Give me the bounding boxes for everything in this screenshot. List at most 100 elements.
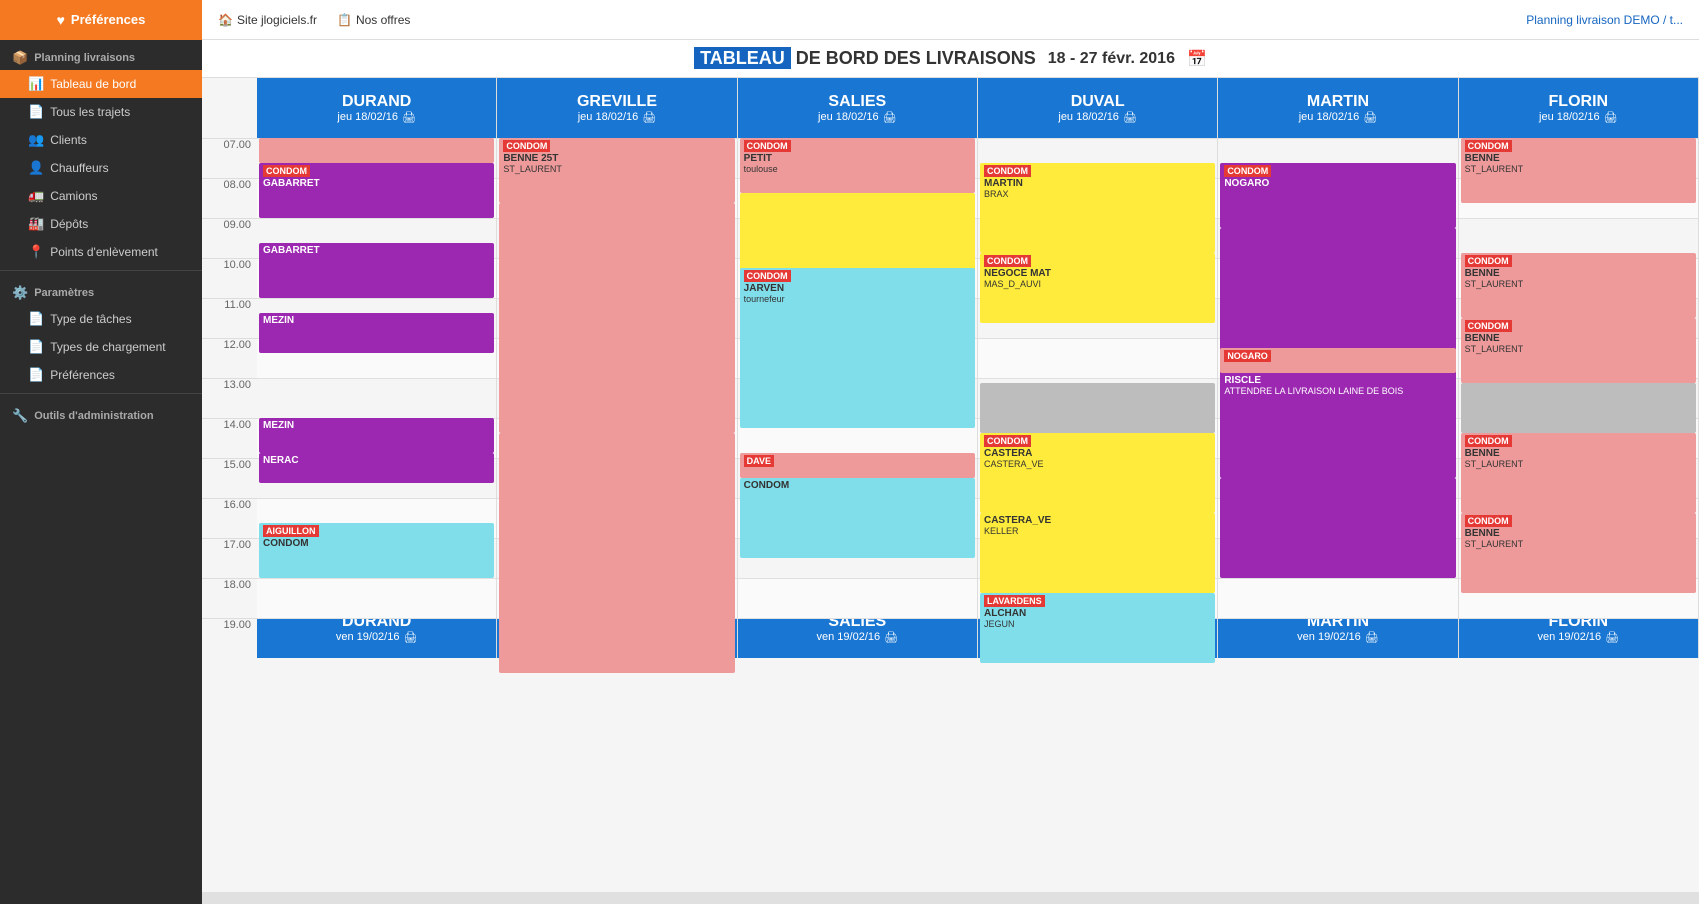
event-location: RISCLE <box>1224 375 1451 386</box>
grid-row <box>1459 218 1698 258</box>
sidebar-item-types-chargement[interactable]: 📄 Types de chargement <box>0 333 202 361</box>
driver-date-top: jeu 18/02/16 🖨 <box>1299 111 1378 124</box>
sidebar-section-planning: 📦 Planning livraisons <box>0 40 202 70</box>
event-duval-0[interactable]: CONDOMMARTINBRAX <box>980 163 1215 253</box>
sidebar-item-clients[interactable]: 👥 Clients <box>0 126 202 154</box>
driver-name: SALIES <box>828 93 886 111</box>
event-durand-0[interactable]: CONDOMGABARRET <box>259 163 494 218</box>
main-layout: 📦 Planning livraisons 📊 Tableau de bord … <box>0 40 1699 904</box>
event-location: NERAC <box>263 455 490 466</box>
sidebar-item-depots[interactable]: 🏭 Dépôts <box>0 210 202 238</box>
driver-name: FLORIN <box>1549 93 1609 111</box>
schedule-grid-florin: CONDOMBENNEST_LAURENTCONDOMBENNEST_LAURE… <box>1459 138 1698 598</box>
event-greville-0[interactable]: CONDOMBENNE 25TST_LAURENT <box>499 138 734 203</box>
event-duval-3[interactable]: CONDOMCASTERACASTERA_VE <box>980 433 1215 513</box>
driver-date-top: jeu 18/02/16 🖨 <box>578 111 657 124</box>
event-subloc: KELLER <box>984 526 1211 536</box>
printer-icon[interactable]: 🖨 <box>1363 111 1377 124</box>
sidebar-item-preferences[interactable]: 📄 Préférences <box>0 361 202 389</box>
event-martin-2[interactable]: NOGARO <box>1220 348 1455 373</box>
driver-col-durand: DURAND jeu 18/02/16 🖨CONDOMGABARRETGABAR… <box>257 78 497 658</box>
event-location: PETIT <box>744 153 971 164</box>
event-label: CONDOM <box>1465 255 1512 267</box>
driver-name: GREVILLE <box>577 93 657 111</box>
printer-icon[interactable]: 🖨 <box>1604 111 1618 124</box>
driver-header-greville: GREVILLE jeu 18/02/16 🖨 <box>497 78 736 138</box>
event-label: CONDOM <box>503 140 550 152</box>
nav-site[interactable]: 🏠 Site jlogiciels.fr <box>218 13 317 27</box>
event-duval-2[interactable] <box>980 383 1215 433</box>
event-martin-4[interactable] <box>1220 478 1455 578</box>
driver-date-top: jeu 18/02/16 🖨 <box>1539 111 1618 124</box>
printer-icon[interactable]: 🖨 <box>642 111 656 124</box>
driver-col-florin: FLORIN jeu 18/02/16 🖨CONDOMBENNEST_LAURE… <box>1459 78 1699 658</box>
time-label: 10.00 <box>202 258 257 298</box>
event-martin-0[interactable]: CONDOMNOGARO <box>1220 163 1455 228</box>
sidebar-item-points-enlevement[interactable]: 📍 Points d'enlèvement <box>0 238 202 266</box>
sidebar-item-tableau-de-bord[interactable]: 📊 Tableau de bord <box>0 70 202 98</box>
printer-icon[interactable]: 🖨 <box>1123 111 1137 124</box>
sidebar-item-camions[interactable]: 🚛 Camions <box>0 182 202 210</box>
event-martin-3[interactable]: RISCLEATTENDRE LA LIVRAISON LAINE DE BOI… <box>1220 373 1455 478</box>
event-florin-1[interactable]: CONDOMBENNEST_LAURENT <box>1461 253 1696 318</box>
event-salies-4[interactable]: CONDOM <box>740 478 975 558</box>
sidebar-item-tous-trajets[interactable]: 📄 Tous les trajets <box>0 98 202 126</box>
sidebar-divider-1 <box>0 270 202 271</box>
event-location: MARTIN <box>984 178 1211 189</box>
event-salies-0[interactable]: CONDOMPETITtoulouse <box>740 138 975 193</box>
top-bar-right-link[interactable]: Planning livraison DEMO / t... <box>1526 13 1699 27</box>
event-label: CONDOM <box>1465 320 1512 332</box>
event-florin-3[interactable] <box>1461 383 1696 433</box>
driver-name: MARTIN <box>1307 93 1369 111</box>
calendar-icon[interactable]: 📅 <box>1187 49 1207 69</box>
event-durand-5[interactable]: AIGUILLONCONDOM <box>259 523 494 578</box>
nav-offers[interactable]: 📋 Nos offres <box>337 13 410 27</box>
event-durand-1[interactable]: GABARRET <box>259 243 494 298</box>
event-location: BENNE <box>1465 153 1692 164</box>
planner[interactable]: 07.0008.0009.0010.0011.0012.0013.0014.00… <box>202 78 1699 892</box>
event-location: CONDOM <box>263 538 490 549</box>
clients-icon: 👥 <box>28 132 44 148</box>
event-florin-5[interactable]: CONDOMBENNEST_LAURENT <box>1461 513 1696 593</box>
time-label: 18.00 <box>202 578 257 618</box>
camions-icon: 🚛 <box>28 188 44 204</box>
event-label: CONDOM <box>984 165 1031 177</box>
event-salies-2[interactable]: CONDOMJARVENtournefeur <box>740 268 975 428</box>
event-location: NEGOCE MAT <box>984 268 1211 279</box>
event-label: CONDOM <box>1465 435 1512 447</box>
planning-icon: 📦 <box>12 50 28 66</box>
grid-row <box>1218 618 1457 658</box>
event-salies-3[interactable]: DAVE <box>740 453 975 478</box>
event-duval-1[interactable]: CONDOMNEGOCE MATMAS_D_AUVI <box>980 253 1215 323</box>
event-greville-1[interactable] <box>499 203 734 433</box>
event-duval-5[interactable]: LAVARDENSALCHANJEGUN <box>980 593 1215 663</box>
event-label: CONDOM <box>1224 165 1271 177</box>
scroll-bar[interactable] <box>202 892 1699 904</box>
sidebar-item-chauffeurs[interactable]: 👤 Chauffeurs <box>0 154 202 182</box>
event-location: MEZIN <box>263 315 490 326</box>
event-location: BENNE <box>1465 268 1692 279</box>
event-greville-2[interactable] <box>499 433 734 673</box>
schedule-grid-martin: CONDOMNOGARO NOGARORISCLEATTENDRE LA LIVR… <box>1218 138 1457 598</box>
schedule-grid-durand: CONDOMGABARRET GABARRET MEZIN MEZIN NERAC AIG… <box>257 138 496 598</box>
app-title: Préférences <box>71 12 145 27</box>
time-label: 16.00 <box>202 498 257 538</box>
event-subloc: ST_LAURENT <box>1465 539 1692 549</box>
event-florin-0[interactable]: CONDOMBENNEST_LAURENT <box>1461 138 1696 203</box>
event-durand-6[interactable] <box>259 138 494 163</box>
grid-row <box>738 618 977 658</box>
printer-icon[interactable]: 🖨 <box>402 111 416 124</box>
event-florin-2[interactable]: CONDOMBENNEST_LAURENT <box>1461 318 1696 383</box>
grid-row <box>738 578 977 618</box>
event-durand-2[interactable]: MEZIN <box>259 313 494 353</box>
time-label: 13.00 <box>202 378 257 418</box>
event-duval-4[interactable]: CASTERA_VEKELLER <box>980 513 1215 593</box>
event-durand-3[interactable]: MEZIN <box>259 418 494 453</box>
type-taches-icon: 📄 <box>28 311 44 327</box>
event-florin-4[interactable]: CONDOMBENNEST_LAURENT <box>1461 433 1696 513</box>
sidebar-item-type-taches[interactable]: 📄 Type de tâches <box>0 305 202 333</box>
event-durand-4[interactable]: NERAC <box>259 453 494 483</box>
printer-icon[interactable]: 🖨 <box>883 111 897 124</box>
event-location: CASTERA <box>984 448 1211 459</box>
event-label: CONDOM <box>744 270 791 282</box>
